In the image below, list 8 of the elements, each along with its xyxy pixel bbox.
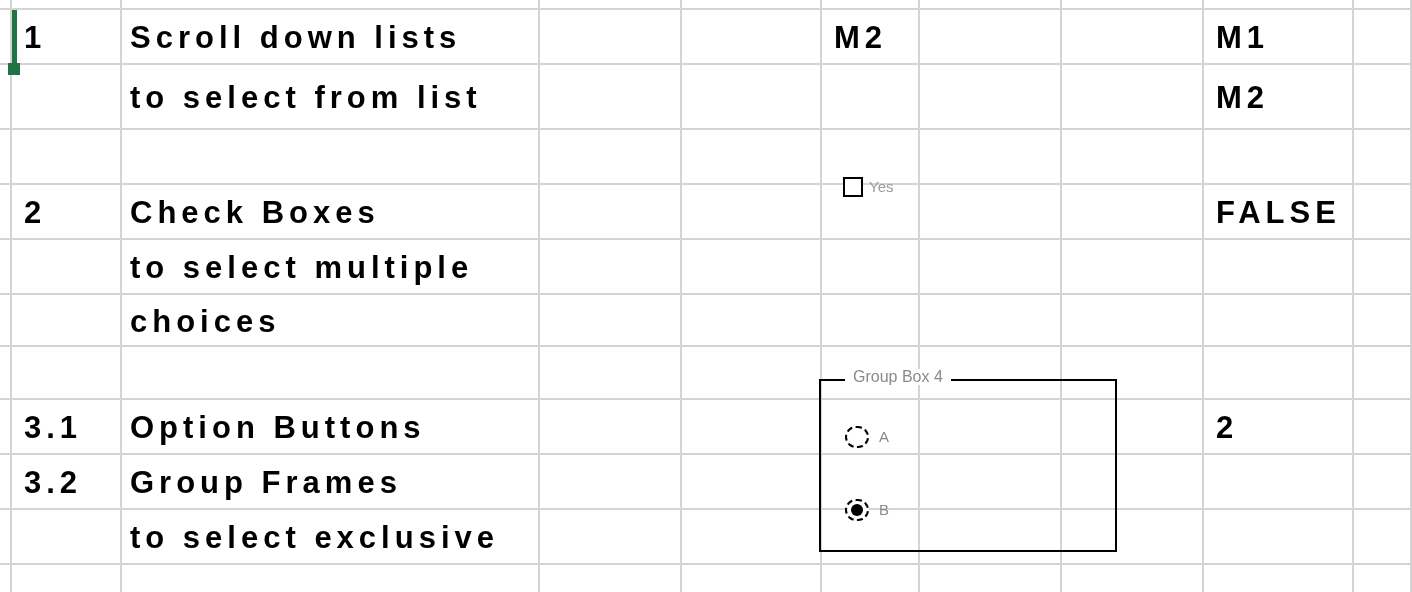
fill-handle[interactable]: [8, 63, 20, 75]
radio-button[interactable]: [845, 426, 869, 449]
radio-label: A: [879, 427, 889, 447]
checkbox[interactable]: [843, 177, 863, 198]
group-box-title: Group Box 4: [845, 369, 951, 385]
radio-button[interactable]: [845, 499, 869, 522]
checkbox-label: Yes: [869, 177, 894, 197]
radio-label: B: [879, 500, 889, 520]
